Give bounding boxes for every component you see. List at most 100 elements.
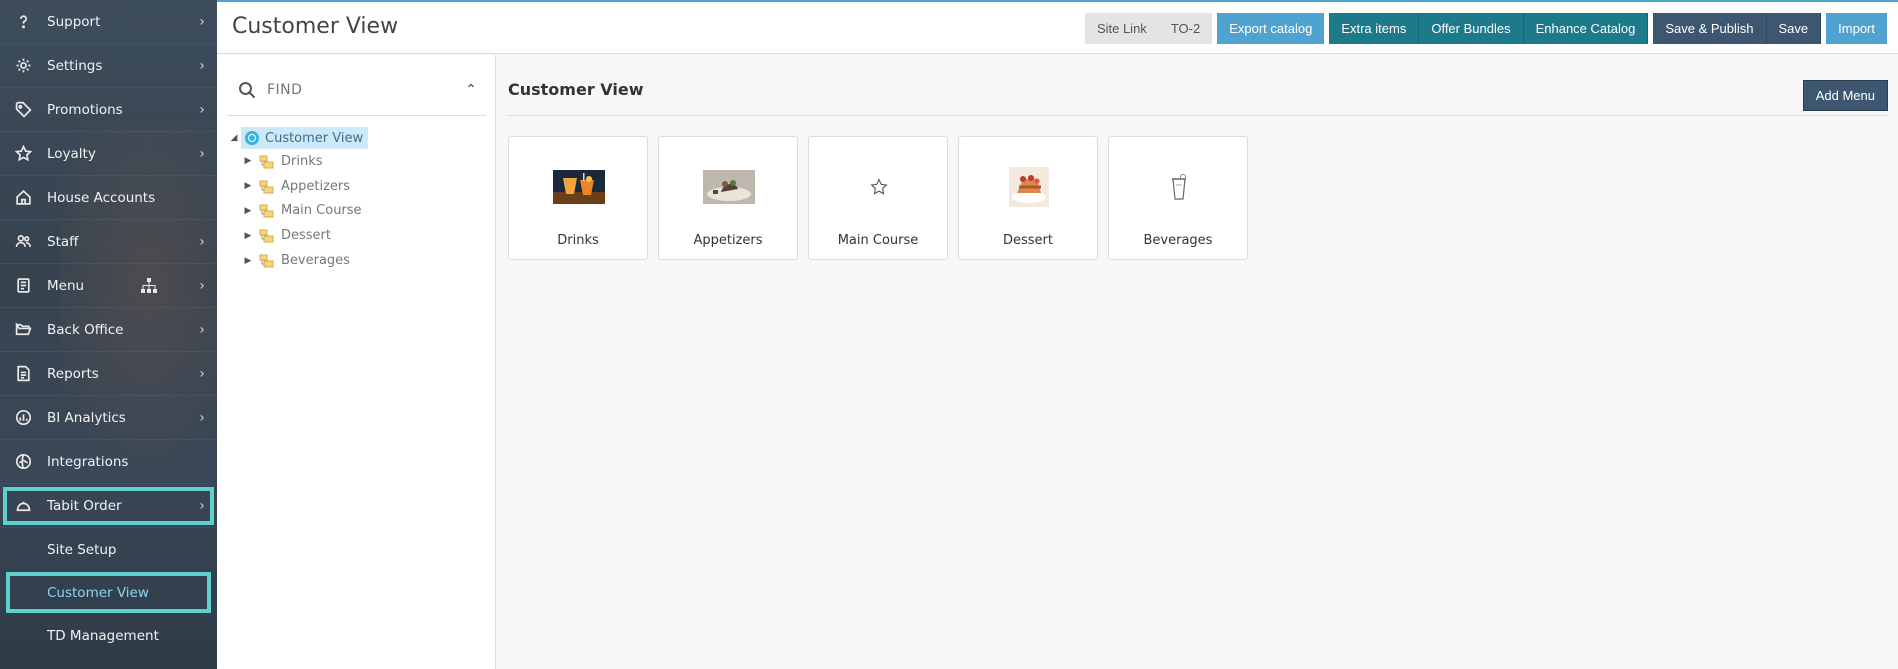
tree-panel: ⌃ ◢ Customer View ▶ Drinks ▶ Appetizers … [217,55,496,669]
sidebar-item-label: Integrations [47,453,129,470]
sidebar-item-reports[interactable]: Reports › [0,352,217,396]
star-icon [0,145,47,162]
search-icon [227,81,267,99]
page-title: Customer View [232,14,399,39]
save-button[interactable]: Save [1766,13,1822,44]
tree-root[interactable]: ◢ Customer View [227,127,369,149]
expand-toggle-icon[interactable]: ◢ [227,133,241,143]
tree-node-main-course[interactable]: ▶ Main Course [227,199,368,224]
sidebar-item-tabit-order[interactable]: Tabit Order › [0,484,217,528]
category-card-label: Dessert [1003,233,1053,248]
tree-search: ⌃ [227,65,486,116]
sidebar-item-label: Menu [47,277,85,294]
sidebar-item-label: Back Office [47,321,124,338]
sidebar: Support › Settings › Promotions › Loyalt… [0,0,217,669]
star-icon [853,169,905,205]
category-card-label: Drinks [557,233,599,248]
category-card-beverages[interactable]: Beverages [1108,136,1248,260]
category-card-label: Appetizers [693,233,763,248]
extra-items-button[interactable]: Extra items [1329,13,1420,44]
sitemap-icon[interactable] [140,277,158,299]
sidebar-subitem-td-management[interactable]: TD Management [0,614,217,657]
chevron-right-icon: › [199,365,205,382]
expand-toggle-icon[interactable]: ▶ [241,256,255,266]
sidebar-item-staff[interactable]: Staff › [0,220,217,264]
sidebar-item-bi-analytics[interactable]: BI Analytics › [0,396,217,440]
tree-node-label: Drinks [281,153,323,169]
main-title: Customer View [508,80,644,99]
main-panel: Customer View Add Menu Drinks Appetizers… [497,55,1898,669]
folder-tree-icon [259,204,275,218]
toolbar: Site Link TO-2 Export catalog Extra item… [1084,13,1887,44]
sidebar-subitem-customer-view[interactable]: Customer View [5,571,212,614]
tree-root-label: Customer View [265,130,364,146]
cloche-icon [0,497,47,514]
chevron-right-icon: › [199,409,205,426]
folder-tree-icon [259,229,275,243]
sidebar-item-promotions[interactable]: Promotions › [0,88,217,132]
chevron-right-icon: › [199,321,205,338]
chevron-right-icon: › [199,13,205,30]
sidebar-subitem-site-setup[interactable]: Site Setup [0,528,217,571]
main-header: Customer View Add Menu [507,65,1888,116]
sidebar-item-support[interactable]: Support › [0,0,217,44]
menu-book-icon [0,277,47,294]
add-menu-button[interactable]: Add Menu [1802,80,1888,111]
sidebar-item-label: Tabit Order [47,497,122,514]
sidebar-item-menu[interactable]: Menu › [0,264,217,308]
expand-toggle-icon[interactable]: ▶ [241,156,255,166]
sidebar-item-label: Reports [47,365,99,382]
to2-button[interactable]: TO-2 [1158,13,1213,44]
sidebar-item-integrations[interactable]: Integrations [0,440,217,484]
sidebar-item-house-accounts[interactable]: House Accounts [0,176,217,220]
save-publish-button[interactable]: Save & Publish [1653,13,1767,44]
chevron-right-icon: › [199,145,205,162]
category-card-appetizers[interactable]: Appetizers [658,136,798,260]
category-card-main-course[interactable]: Main Course [808,136,948,260]
document-icon [0,365,47,382]
enhance-catalog-button[interactable]: Enhance Catalog [1523,13,1649,44]
people-icon [0,233,47,250]
sidebar-item-label: Promotions [47,101,123,118]
export-catalog-button[interactable]: Export catalog [1217,13,1325,44]
expand-toggle-icon[interactable]: ▶ [241,231,255,241]
chevron-right-icon: › [199,497,205,514]
sidebar-item-label: Support [47,13,101,30]
category-card-dessert[interactable]: Dessert [958,136,1098,260]
category-card-label: Beverages [1143,233,1213,248]
expand-toggle-icon[interactable]: ▶ [241,206,255,216]
tree-node-dessert[interactable]: ▶ Dessert [227,223,368,248]
site-link-button[interactable]: Site Link [1084,13,1159,44]
sidebar-item-label: Settings [47,57,103,74]
appetizers-image [703,169,755,205]
tag-icon [0,101,47,118]
sidebar-item-loyalty[interactable]: Loyalty › [0,132,217,176]
chevron-right-icon: › [199,101,205,118]
sidebar-item-label: BI Analytics [47,409,126,426]
sidebar-item-label: Staff [47,233,79,250]
folder-tree-icon [259,155,275,169]
import-button[interactable]: Import [1826,13,1887,44]
tree-node-beverages[interactable]: ▶ Beverages [227,248,368,273]
search-input[interactable] [267,82,437,98]
collapse-all-icon[interactable]: ⌃ [456,82,486,98]
folder-open-icon [0,321,47,338]
tree-node-appetizers[interactable]: ▶ Appetizers [227,174,368,199]
sidebar-item-settings[interactable]: Settings › [0,44,217,88]
gear-icon [0,57,47,74]
folder-tree-icon [259,180,275,194]
tree-node-drinks[interactable]: ▶ Drinks [227,149,368,174]
globe-icon [245,131,259,145]
folder-tree-icon [259,254,275,268]
tree-node-label: Appetizers [281,178,351,194]
cup-icon [1153,169,1205,205]
tree: ◢ Customer View ▶ Drinks ▶ Appetizers ▶ … [227,127,369,273]
sidebar-item-back-office[interactable]: Back Office › [0,308,217,352]
category-card-label: Main Course [837,233,919,248]
chevron-right-icon: › [199,233,205,250]
tree-root-node[interactable]: Customer View [241,127,369,149]
expand-toggle-icon[interactable]: ▶ [241,181,255,191]
offer-bundles-button[interactable]: Offer Bundles [1419,13,1524,44]
category-card-drinks[interactable]: Drinks [508,136,648,260]
tree-node-label: Main Course [281,203,362,219]
